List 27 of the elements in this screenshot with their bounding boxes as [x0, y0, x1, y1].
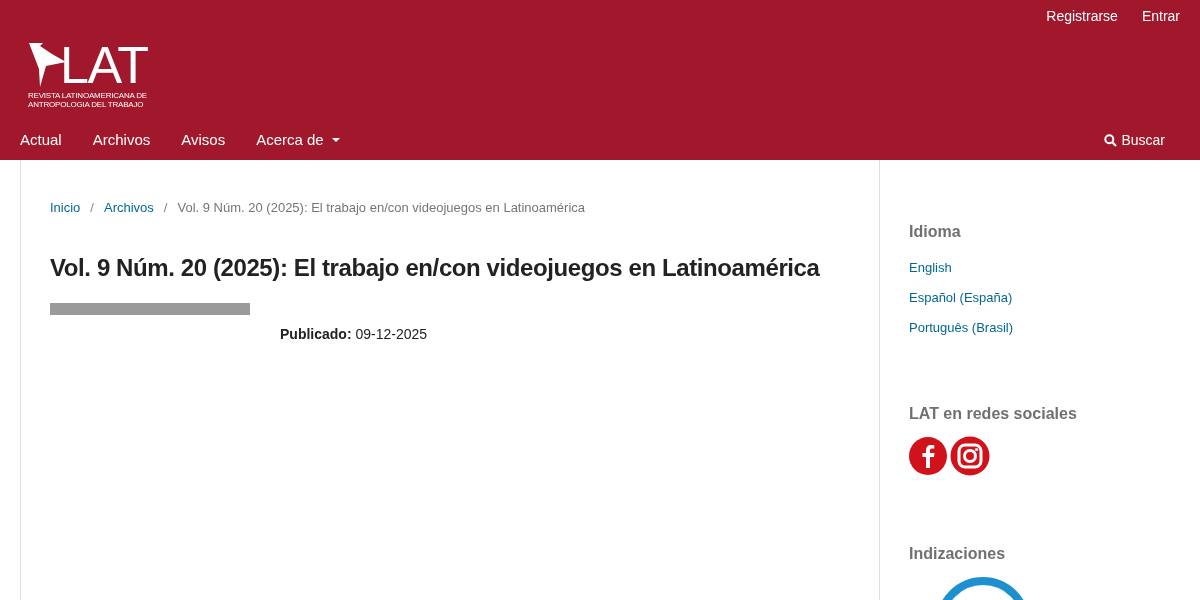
site-logo[interactable]: LAT REVISTA LATINOAMERICANA DE ANTROPOLOGIA DEL TRABAJO: [28, 40, 160, 110]
instagram-icon[interactable]: [950, 436, 990, 476]
breadcrumb-separator: /: [163, 199, 168, 217]
language-link[interactable]: Português (Brasil): [909, 318, 1077, 338]
logo-subtitle: REVISTA LATINOAMERICANA DE ANTROPOLOGIA DEL TRABAJO: [28, 91, 148, 109]
facebook-icon[interactable]: [909, 437, 947, 475]
language-link[interactable]: Español (España): [909, 288, 1077, 308]
sidebar-heading: Indizaciones: [909, 544, 1007, 564]
issue-title: Vol. 9 Núm. 20 (2025): El trabajo en/con videojuegos en Latinoamérica: [50, 252, 821, 283]
breadcrumb-link[interactable]: Inicio: [50, 198, 81, 218]
search-icon: [1104, 133, 1118, 147]
user-nav-link[interactable]: Entrar: [1141, 6, 1180, 30]
sidebar-heading: LAT en redes sociales: [909, 404, 1077, 424]
nav-link[interactable]: Archivos: [92, 128, 151, 152]
breadcrumb-separator: /: [90, 199, 94, 217]
breadcrumb-current-page: Vol. 9 Núm. 20 (2025): El trabajo en/con videojuegos en Latinoamérica: [177, 199, 586, 217]
nav-link[interactable]: Acerca de: [256, 128, 340, 152]
caret-icon: [331, 138, 340, 142]
sidebar-heading: Idioma: [909, 222, 962, 242]
language-link[interactable]: English: [909, 258, 1077, 278]
breadcrumb-link[interactable]: Archivos: [104, 198, 154, 218]
search-link[interactable]: Buscar: [1104, 129, 1165, 151]
user-nav-link[interactable]: Registrarse: [1046, 6, 1118, 30]
logo-mark: LAT: [60, 42, 148, 88]
nav-link[interactable]: Actual: [20, 128, 62, 152]
nav-link[interactable]: Avisos: [181, 128, 226, 152]
published-date: Publicado: 09-12-2025: [280, 324, 428, 344]
